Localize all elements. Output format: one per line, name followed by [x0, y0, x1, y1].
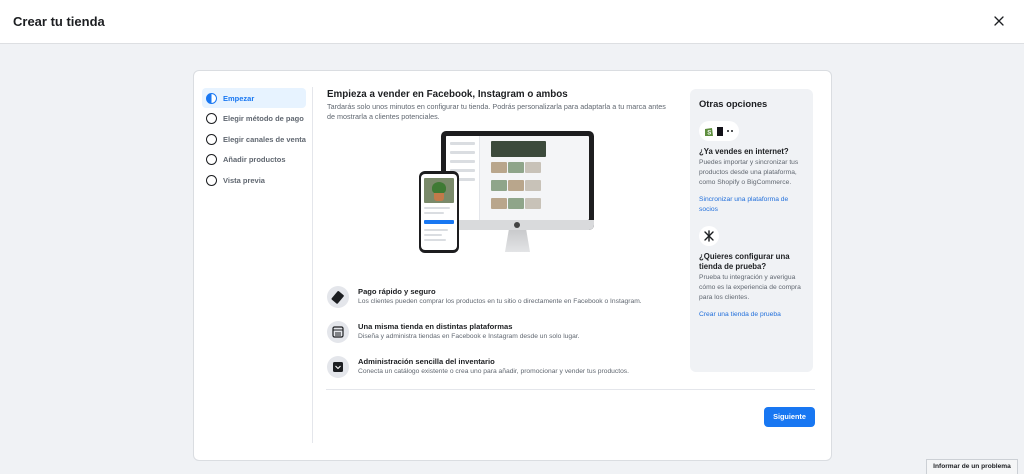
sync-desc: Puedes importar y sincronizar tus produc… — [699, 159, 799, 186]
feature-item: Una misma tienda en distintas plataforma… — [327, 320, 687, 355]
card-icon — [327, 286, 349, 308]
partner-logos: S — [699, 121, 739, 141]
sync-question: ¿Ya vendes en internet? — [699, 147, 789, 156]
horizontal-divider — [326, 389, 815, 390]
feature-desc: Diseña y administra tiendas en Facebook … — [358, 333, 580, 340]
feature-item: Pago rápido y seguro Los clientes pueden… — [327, 285, 687, 320]
vertical-divider — [312, 87, 313, 443]
feature-desc: Los clientes pueden comprar los producto… — [358, 298, 642, 305]
step-empezar[interactable]: Empezar — [202, 88, 306, 108]
bigcommerce-icon — [717, 126, 723, 136]
test-store-question: ¿Quieres configurar una tienda de prueba… — [699, 252, 790, 271]
feature-title: Administración sencilla del inventario — [358, 357, 495, 366]
setup-card: Empezar Elegir método de pago Elegir can… — [193, 70, 832, 461]
step-label: Elegir canales de venta — [223, 134, 306, 144]
step-radio-icon — [206, 154, 217, 165]
step-label: Elegir método de pago — [223, 114, 304, 123]
devices-illustration — [419, 131, 599, 261]
feature-desc: Conecta un catálogo existente o crea uno… — [358, 368, 630, 375]
step-radio-icon — [206, 174, 217, 186]
report-problem-button[interactable]: Informar de un problema — [926, 459, 1018, 474]
other-options-title: Otras opciones — [699, 98, 768, 109]
close-icon[interactable] — [990, 12, 1008, 30]
more-dots-icon — [727, 130, 733, 132]
step-anadir-productos[interactable]: Añadir productos — [202, 150, 306, 170]
test-store-desc: Prueba tu integración y averigua cómo es… — [699, 274, 801, 301]
step-label: Añadir productos — [223, 155, 286, 164]
main-title: Empieza a vender en Facebook, Instagram … — [327, 89, 568, 100]
step-label: Empezar — [223, 93, 255, 103]
steps-list: Empezar Elegir método de pago Elegir can… — [202, 88, 306, 191]
step-label: Vista previa — [223, 175, 265, 185]
feature-title: Pago rápido y seguro — [358, 287, 436, 296]
top-bar: Crear tu tienda — [0, 0, 1024, 44]
step-metodo-pago[interactable]: Elegir método de pago — [202, 109, 306, 129]
test-store-icon — [699, 226, 719, 246]
phone-image — [419, 171, 459, 253]
step-radio-icon — [206, 113, 217, 124]
feature-title: Una misma tienda en distintas plataforma… — [358, 322, 513, 331]
create-test-store-link[interactable]: Crear una tienda de prueba — [699, 310, 804, 320]
main-lead: Tardarás solo unos minutos en configurar… — [327, 102, 666, 121]
svg-text:S: S — [707, 130, 711, 136]
storefront-icon — [327, 321, 349, 343]
shopify-icon: S — [705, 127, 713, 136]
step-canales-venta[interactable]: Elegir canales de venta — [202, 129, 306, 149]
next-button[interactable]: Siguiente — [764, 407, 815, 427]
step-progress-icon — [206, 92, 217, 104]
catalog-icon — [327, 356, 349, 378]
main-content: Empieza a vender en Facebook, Instagram … — [327, 89, 687, 378]
step-radio-icon — [206, 133, 217, 145]
feature-item: Administración sencilla del inventario C… — [327, 355, 687, 390]
step-vista-previa[interactable]: Vista previa — [202, 170, 306, 190]
other-options-panel: Otras opciones S ¿Ya vendes en internet?… — [690, 89, 813, 372]
features-list: Pago rápido y seguro Los clientes pueden… — [327, 285, 687, 390]
page-title: Crear tu tienda — [13, 14, 105, 29]
sync-partner-link[interactable]: Sincronizar una plataforma de socios — [699, 195, 804, 215]
monitor-image — [441, 131, 594, 230]
